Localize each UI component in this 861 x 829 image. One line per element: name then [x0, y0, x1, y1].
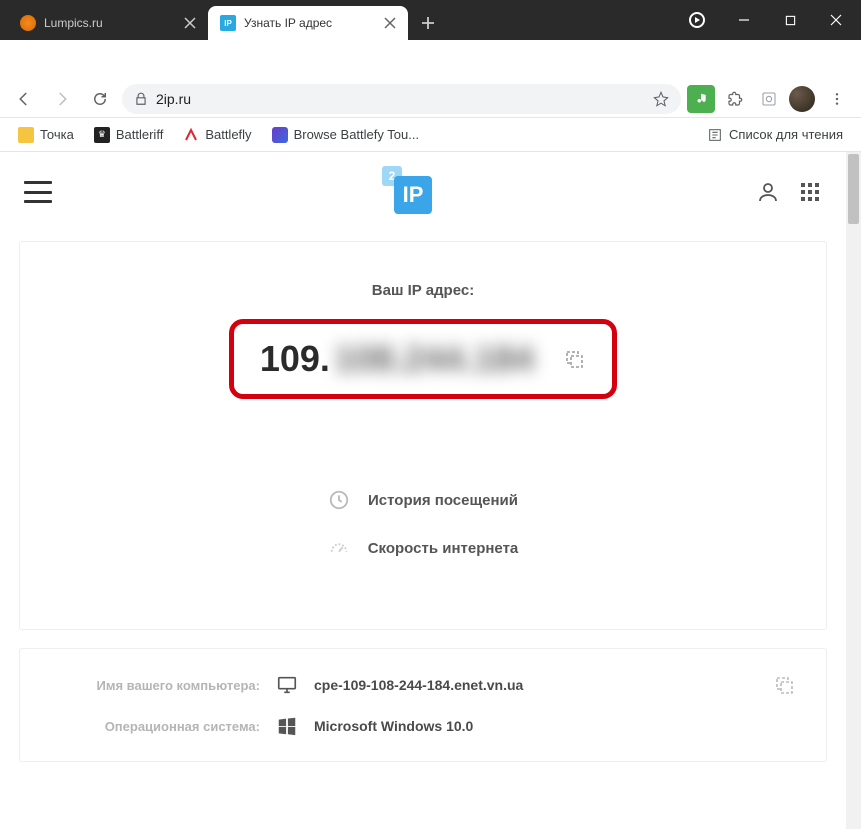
hostname-label: Имя вашего компьютера: — [50, 678, 260, 693]
apps-grid-button[interactable] — [798, 180, 822, 204]
speed-link[interactable]: Скорость интернета — [328, 537, 519, 559]
bookmark-battlefly[interactable]: Battlefly — [175, 123, 259, 147]
nav-back-button[interactable] — [8, 83, 40, 115]
page-viewport: 2 IP Ваш IP адрес: — [0, 152, 861, 829]
hostname-row: Имя вашего компьютера: cpe-109-108-244-1… — [50, 673, 796, 697]
ip-highlight-box: 109. 108.244.184 — [229, 319, 617, 399]
grid-icon — [798, 180, 822, 204]
ip-visible-part: 109. — [260, 338, 330, 380]
speed-label: Скорость интернета — [368, 540, 519, 557]
ip-address-value: 109. 108.244.184 — [260, 338, 534, 380]
bookmark-label: Точка — [40, 127, 74, 142]
ip-card: Ваш IP адрес: 109. 108.244.184 История п… — [20, 242, 826, 629]
profile-avatar[interactable] — [789, 86, 815, 112]
star-bookmark-icon[interactable] — [653, 91, 669, 107]
close-tab-icon[interactable] — [184, 17, 196, 29]
browser-tab-lumpics[interactable]: Lumpics.ru — [8, 6, 208, 40]
bookmark-label: Browse Battlefy Tou... — [294, 127, 420, 142]
copy-hostname-button[interactable] — [772, 673, 796, 697]
speed-icon — [328, 537, 350, 559]
user-icon — [756, 180, 780, 204]
os-row: Операционная система: Microsoft Windows … — [50, 715, 796, 737]
ip-blurred-part: 108.244.184 — [334, 338, 534, 380]
history-link[interactable]: История посещений — [328, 489, 518, 511]
browser-menu-button[interactable] — [821, 83, 853, 115]
scrollbar[interactable] — [846, 152, 861, 829]
extension-music-icon[interactable] — [687, 85, 715, 113]
reading-list-button[interactable]: Список для чтения — [699, 123, 851, 147]
lock-icon — [134, 92, 148, 106]
site-header: 2 IP — [0, 152, 846, 232]
tab-title: Lumpics.ru — [44, 16, 176, 30]
bookmark-label: Battlefly — [205, 127, 251, 142]
history-icon — [328, 489, 350, 511]
os-value: Microsoft Windows 10.0 — [314, 718, 796, 734]
window-minimize-button[interactable] — [721, 1, 767, 39]
copy-ip-button[interactable] — [562, 347, 586, 371]
scrollbar-thumb[interactable] — [848, 154, 859, 224]
media-indicator-icon[interactable] — [689, 12, 705, 28]
browser-tab-strip: Lumpics.ru IP Узнать IP адрес — [0, 0, 721, 40]
bookmark-favicon-icon — [272, 127, 288, 143]
extension-generic-icon[interactable] — [755, 85, 783, 113]
url-text: 2ip.ru — [156, 91, 191, 107]
reading-list-icon — [707, 127, 723, 143]
close-tab-icon[interactable] — [384, 17, 396, 29]
reading-list-label: Список для чтения — [729, 127, 843, 142]
hamburger-menu-button[interactable] — [24, 181, 52, 203]
bookmark-label: Battleriff — [116, 127, 163, 142]
hostname-value: cpe-109-108-244-184.enet.vn.ua — [314, 677, 756, 693]
logo-badge-ip-icon: IP — [394, 176, 432, 214]
address-bar[interactable]: 2ip.ru — [122, 84, 681, 114]
new-tab-button[interactable] — [414, 9, 442, 37]
favicon-2ip-icon: IP — [220, 15, 236, 31]
bookmark-favicon-icon — [18, 127, 34, 143]
bookmark-battleriff[interactable]: ♛ Battleriff — [86, 123, 171, 147]
browser-tab-2ip[interactable]: IP Узнать IP адрес — [208, 6, 408, 40]
os-label: Операционная система: — [50, 719, 260, 734]
window-close-button[interactable] — [813, 1, 859, 39]
extensions-puzzle-icon[interactable] — [721, 85, 749, 113]
monitor-icon — [276, 674, 298, 696]
ip-address-label: Ваш IP адрес: — [50, 282, 796, 299]
bookmarks-bar: Точка ♛ Battleriff Battlefly Browse Batt… — [0, 118, 861, 152]
browser-toolbar: 2ip.ru — [0, 80, 861, 118]
history-label: История посещений — [368, 492, 518, 509]
quick-links: История посещений Скорость интернета — [50, 489, 796, 559]
favicon-lumpics-icon — [20, 15, 36, 31]
account-button[interactable] — [756, 180, 780, 204]
tab-title: Узнать IP адрес — [244, 16, 376, 30]
nav-forward-button[interactable] — [46, 83, 78, 115]
nav-reload-button[interactable] — [84, 83, 116, 115]
window-maximize-button[interactable] — [767, 1, 813, 39]
details-card: Имя вашего компьютера: cpe-109-108-244-1… — [20, 649, 826, 761]
bookmark-tochka[interactable]: Точка — [10, 123, 82, 147]
bookmark-favicon-icon — [183, 127, 199, 143]
bookmark-favicon-icon: ♛ — [94, 127, 110, 143]
site-logo[interactable]: 2 IP — [52, 168, 756, 216]
windows-icon — [276, 715, 298, 737]
bookmark-battlefy[interactable]: Browse Battlefy Tou... — [264, 123, 428, 147]
